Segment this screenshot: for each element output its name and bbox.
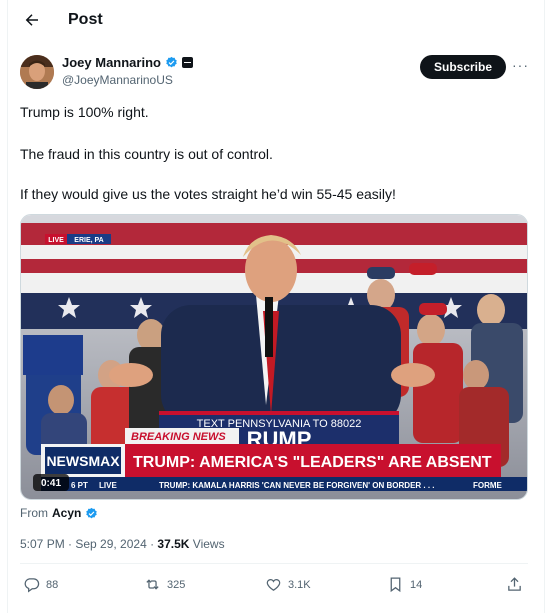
share-icon [508,577,521,591]
like-count: 3.1K [288,578,311,591]
attribution-prefix: From [20,506,48,520]
tweet-line-3: If they would give us the votes straight… [20,186,396,202]
network-logo: NEWSMAX [46,453,120,469]
views-label: Views [189,537,225,551]
verified-icon [86,507,98,518]
avatar[interactable] [20,55,54,89]
bookmark-button[interactable]: 14 [387,576,422,593]
views-count: 37.5K [157,537,190,551]
video-player[interactable]: TEXT PENNSYLVANIA TO 88022 RUMP LIVE ERI… [20,214,528,500]
tweet-line-1: Trump is 100% right. [20,104,149,120]
ticker-time: 6 PT [71,481,88,490]
repost-icon [146,579,159,590]
reply-icon [24,578,40,593]
page-title: Post [68,11,103,28]
post-meta: 5:07 PM · Sep 29, 2024 · 37.5K Views [20,537,225,551]
repost-count: 325 [167,578,186,591]
like-icon [266,579,281,591]
bookmark-count: 14 [410,578,423,591]
post-timestamp[interactable]: 5:07 PM · Sep 29, 2024 · [20,537,157,551]
repost-button[interactable]: 325 [144,576,185,593]
like-button[interactable]: 3.1K [265,576,311,593]
attribution-source[interactable]: Acyn [52,506,81,520]
ticker-right-text: FORME [473,481,503,490]
verified-icon [166,56,177,68]
author-name[interactable]: Joey Mannarino [62,55,161,70]
bookmark-icon [390,577,401,593]
video-attribution: From Acyn [20,506,98,520]
ticker-text: TRUMP: KAMALA HARRIS 'CAN NEVER BE FORGI… [159,481,435,490]
author-row: Joey Mannarino [62,55,193,70]
page-header: Post [7,0,545,42]
share-button[interactable] [506,576,523,593]
location-label: ERIE, PA [74,237,103,244]
action-bar: 88 325 3.1K 14 [20,576,528,598]
reply-button[interactable]: 88 [23,576,58,593]
more-options-icon[interactable]: ··· [512,57,529,73]
video-frame: TEXT PENNSYLVANIA TO 88022 RUMP LIVE ERI… [21,215,527,499]
live-badge: LIVE [48,237,64,244]
subscribe-button[interactable]: Subscribe [420,55,506,79]
back-arrow-icon[interactable] [21,9,43,31]
ticker-live: LIVE [99,481,117,490]
author-handle[interactable]: @JoeyMannarinoUS [62,73,173,87]
reply-count: 88 [46,578,59,591]
divider [20,563,528,564]
breaking-news-label: BREAKING NEWS [131,431,226,443]
tweet-line-2: The fraud in this country is out of cont… [20,146,273,162]
affiliate-badge-icon [181,57,193,68]
headline-text: TRUMP: AMERICA'S "LEADERS" ARE ABSENT [133,454,492,471]
video-duration: 0:41 [41,478,61,489]
